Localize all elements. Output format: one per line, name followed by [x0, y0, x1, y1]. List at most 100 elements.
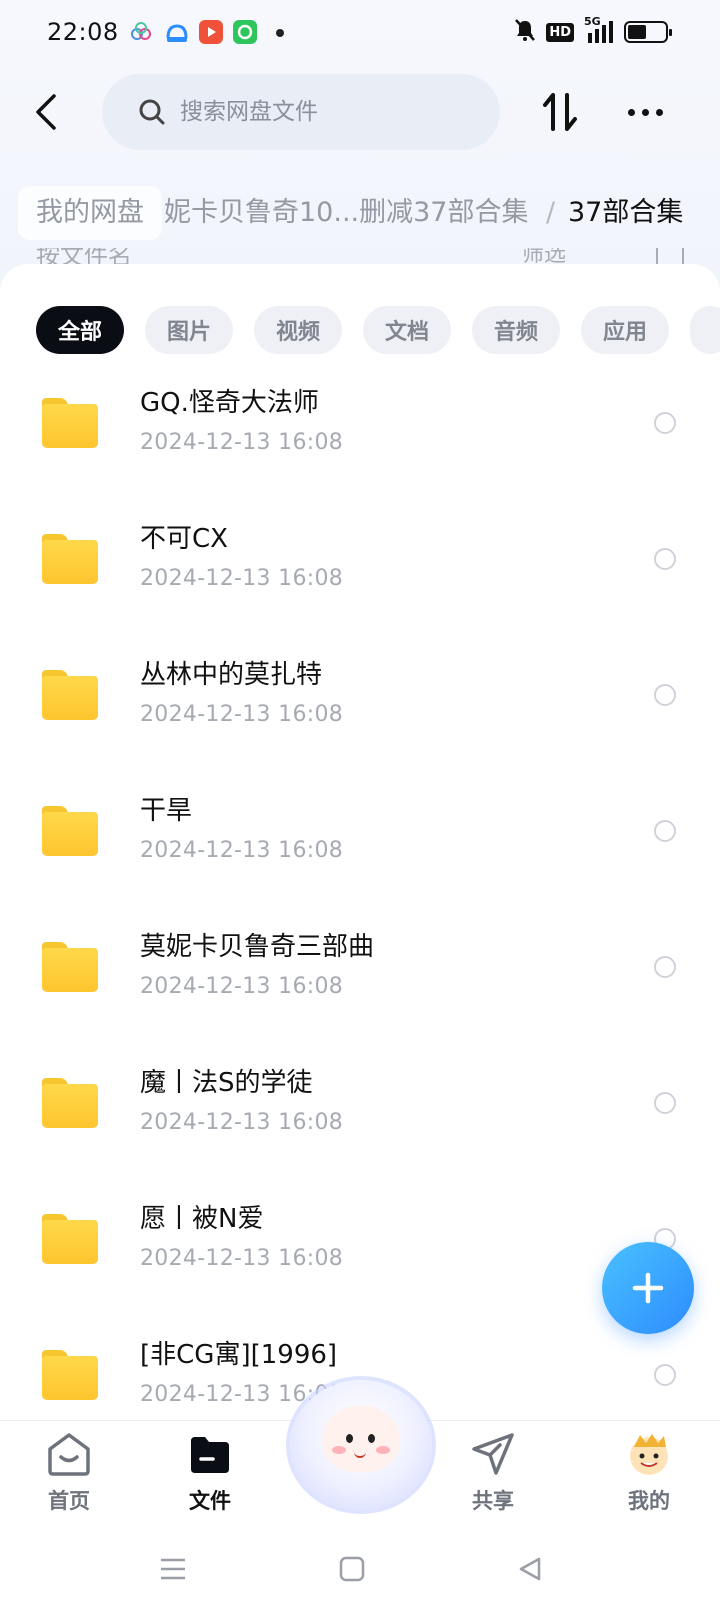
folder-icon [42, 1078, 98, 1128]
search-bar[interactable] [102, 74, 500, 150]
breadcrumb-root[interactable]: 我的网盘 [18, 186, 162, 240]
nav-me[interactable]: 我的 [594, 1431, 704, 1521]
nav-files[interactable]: 文件 [155, 1431, 265, 1521]
select-checkbox[interactable] [654, 548, 676, 570]
folder-icon [42, 534, 98, 584]
mascot-cheek [376, 1446, 390, 1454]
back-arrow-icon [36, 94, 56, 130]
avatar [626, 1431, 672, 1477]
file-panel: 全部 图片 视频 文档 音频 应用 GQ.怪奇大法师 2024-12-13 16… [0, 264, 720, 1420]
tab-videos[interactable]: 视频 [254, 306, 342, 354]
more-button[interactable] [622, 94, 668, 130]
select-checkbox[interactable] [654, 820, 676, 842]
mute-icon [514, 18, 536, 46]
mascot-eye [346, 1434, 353, 1443]
search-input[interactable] [180, 99, 460, 125]
select-checkbox[interactable] [654, 684, 676, 706]
nav-home-label: 首页 [48, 1489, 90, 1513]
share-icon [470, 1431, 516, 1477]
mascot-button[interactable] [290, 1380, 432, 1520]
file-date: 2024-12-13 16:08 [140, 702, 344, 727]
status-bar: 22:08 HD 5G [0, 0, 720, 66]
file-name: 魔丨法S的学徒 [140, 1068, 313, 1098]
folder-icon [42, 806, 98, 856]
folder-icon [42, 670, 98, 720]
filter-tabs: 全部 图片 视频 文档 音频 应用 [36, 306, 720, 354]
file-name: 愿丨被N爱 [140, 1204, 264, 1234]
green-app-icon [233, 20, 257, 44]
add-button[interactable] [602, 1242, 694, 1334]
battery-level [628, 25, 646, 39]
home-icon [46, 1431, 92, 1477]
nav-files-label: 文件 [189, 1489, 231, 1513]
breadcrumb-current: 37部合集 [568, 197, 684, 228]
folder-icon [42, 942, 98, 992]
mascot-eye [368, 1434, 375, 1443]
file-date: 2024-12-13 16:08 [140, 430, 344, 455]
back-system-button[interactable] [515, 1554, 545, 1584]
video-app-icon [199, 20, 223, 44]
more-dot-icon [641, 108, 649, 116]
file-name: 干旱 [140, 796, 193, 826]
nav-me-label: 我的 [628, 1489, 670, 1513]
tab-apps[interactable]: 应用 [581, 306, 669, 354]
list-item[interactable]: GQ.怪奇大法师 2024-12-13 16:08 [0, 360, 720, 496]
cloud-app-icon [129, 20, 153, 44]
transfer-arrows-icon [543, 93, 577, 131]
tab-audio[interactable]: 音频 [472, 306, 560, 354]
list-item[interactable]: 干旱 2024-12-13 16:08 [0, 768, 720, 904]
nav-home[interactable]: 首页 [14, 1431, 124, 1521]
list-item[interactable]: 不可CX 2024-12-13 16:08 [0, 496, 720, 632]
status-time: 22:08 [47, 18, 119, 46]
file-name: 丛林中的莫扎特 [140, 660, 323, 690]
file-name: 莫妮卡贝鲁奇三部曲 [140, 932, 375, 962]
file-name: [非CG寓][1996] [140, 1340, 338, 1370]
folder-nav-icon [187, 1431, 233, 1477]
mascot-face-icon [322, 1406, 400, 1472]
select-checkbox[interactable] [654, 1364, 676, 1386]
home-system-button[interactable] [337, 1554, 367, 1584]
more-dot-icon [655, 108, 663, 116]
menu-icon [161, 1558, 185, 1580]
file-date: 2024-12-13 16:08 [140, 974, 344, 999]
tab-more[interactable] [690, 306, 720, 354]
folder-icon [42, 398, 98, 448]
list-item[interactable]: 魔丨法S的学徒 2024-12-13 16:08 [0, 1040, 720, 1176]
system-nav-bar [0, 1524, 720, 1612]
file-name: GQ.怪奇大法师 [140, 388, 319, 418]
nav-share-label: 共享 [472, 1489, 514, 1513]
file-name: 不可CX [140, 524, 228, 554]
signal-icon: 5G [584, 15, 614, 45]
battery-icon [624, 21, 672, 43]
folder-icon [42, 1350, 98, 1400]
hd-badge: HD [546, 22, 574, 42]
file-date: 2024-12-13 16:08 [140, 566, 344, 591]
folder-icon [42, 1214, 98, 1264]
more-dot-icon [627, 108, 635, 116]
transfer-button[interactable] [538, 88, 582, 136]
tab-images[interactable]: 图片 [145, 306, 233, 354]
mascot-cheek [332, 1446, 346, 1454]
breadcrumb-separator: / [546, 197, 556, 228]
search-icon [139, 99, 165, 125]
select-checkbox[interactable] [654, 1092, 676, 1114]
tab-all[interactable]: 全部 [36, 306, 124, 354]
back-button[interactable] [26, 88, 66, 136]
list-item[interactable]: 莫妮卡贝鲁奇三部曲 2024-12-13 16:08 [0, 904, 720, 1040]
plus-icon [632, 1272, 664, 1304]
tab-documents[interactable]: 文档 [363, 306, 451, 354]
select-checkbox[interactable] [654, 956, 676, 978]
list-item[interactable]: 丛林中的莫扎特 2024-12-13 16:08 [0, 632, 720, 768]
file-date: 2024-12-13 16:08 [140, 1246, 344, 1271]
notification-dot [276, 29, 284, 37]
menu-button[interactable] [158, 1554, 188, 1584]
nav-share[interactable]: 共享 [438, 1431, 548, 1521]
file-date: 2024-12-13 16:08 [140, 838, 344, 863]
square-icon [339, 1556, 365, 1582]
select-checkbox[interactable] [654, 412, 676, 434]
baidu-app-icon [164, 20, 188, 44]
breadcrumb-parent[interactable]: 妮卡贝鲁奇10...删减37部合集 [164, 186, 528, 240]
mascot-mouth [354, 1452, 366, 1458]
triangle-back-icon [519, 1557, 541, 1581]
file-date: 2024-12-13 16:08 [140, 1110, 344, 1135]
